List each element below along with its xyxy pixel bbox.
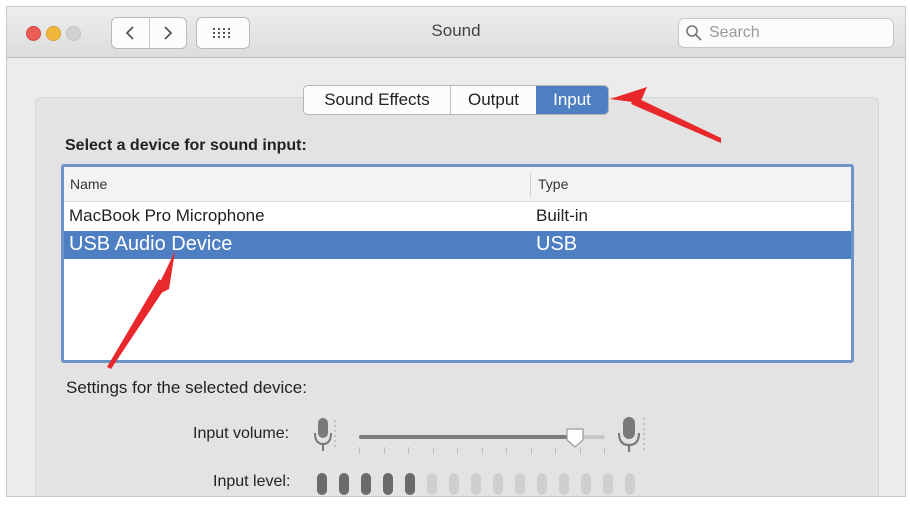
- tab-input[interactable]: Input: [536, 86, 608, 114]
- search-icon: [686, 25, 702, 41]
- input-volume-label: Input volume:: [193, 425, 290, 442]
- slider-ticks: [359, 447, 605, 455]
- sound-preferences-window: Sound Search Sound Effects Output Input …: [6, 6, 906, 497]
- column-header-name[interactable]: Name: [70, 176, 107, 192]
- slider-tick: [433, 447, 434, 454]
- level-segment: [515, 473, 525, 495]
- slider-tick: [555, 447, 556, 454]
- slider-tick: [384, 447, 385, 454]
- level-segment: [559, 473, 569, 495]
- slider-knob[interactable]: [565, 427, 585, 449]
- level-segment: [339, 473, 349, 495]
- microphone-low-icon: [314, 418, 336, 451]
- slider-tick: [457, 447, 458, 454]
- input-device-table: Name Type MacBook Pro Microphone Built-i…: [61, 164, 854, 363]
- level-segment: [537, 473, 547, 495]
- level-segment: [361, 473, 371, 495]
- level-segment: [317, 473, 327, 495]
- input-level-meter: [317, 473, 635, 495]
- level-segment: [449, 473, 459, 495]
- search-field[interactable]: Search: [678, 18, 894, 48]
- column-header-type[interactable]: Type: [538, 176, 568, 192]
- level-segment: [581, 473, 591, 495]
- device-type: Built-in: [536, 206, 588, 225]
- slider-tick: [359, 447, 360, 454]
- table-row-selected[interactable]: USB Audio Device USB: [64, 231, 851, 259]
- level-segment: [493, 473, 503, 495]
- level-segment: [625, 473, 635, 495]
- input-level-label: Input level:: [213, 473, 291, 490]
- slider-tick: [482, 447, 483, 454]
- device-name: USB Audio Device: [69, 233, 233, 255]
- level-segment: [603, 473, 613, 495]
- slider-tick: [531, 447, 532, 454]
- title-bar: Sound Search: [7, 7, 905, 58]
- level-segment: [405, 473, 415, 495]
- search-placeholder: Search: [709, 24, 760, 41]
- slider-tick: [580, 447, 581, 454]
- table-header: Name Type: [64, 167, 851, 202]
- slider-tick: [408, 447, 409, 454]
- slider-fill: [359, 435, 575, 439]
- device-list-heading: Select a device for sound input:: [65, 137, 307, 154]
- tab-sound-effects[interactable]: Sound Effects: [304, 86, 450, 114]
- tab-bar: Sound Effects Output Input: [303, 85, 609, 115]
- device-name: MacBook Pro Microphone: [69, 206, 265, 225]
- slider-tick: [604, 447, 605, 454]
- microphone-high-icon: [617, 417, 645, 452]
- level-segment: [383, 473, 393, 495]
- slider-tick: [506, 447, 507, 454]
- input-volume-slider[interactable]: [359, 428, 605, 455]
- table-row[interactable]: MacBook Pro Microphone Built-in: [64, 202, 851, 230]
- device-type: USB: [536, 233, 578, 255]
- level-segment: [471, 473, 481, 495]
- settings-label: Settings for the selected device:: [66, 378, 307, 397]
- level-segment: [427, 473, 437, 495]
- column-divider: [530, 173, 531, 197]
- tab-output[interactable]: Output: [450, 86, 536, 114]
